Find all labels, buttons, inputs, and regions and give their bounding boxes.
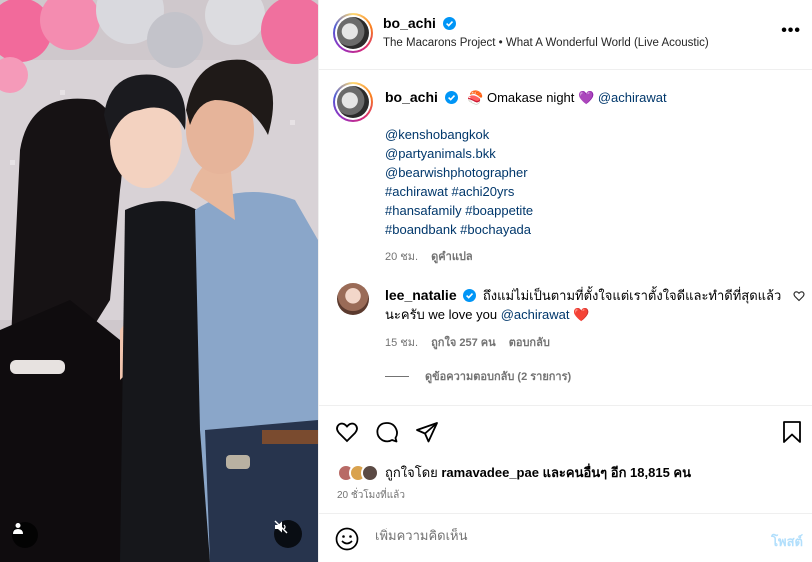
verified-badge-icon — [444, 91, 458, 104]
translate-link[interactable]: ดูคำแปล — [431, 251, 473, 263]
caption-link[interactable]: @kenshobangkok — [385, 125, 533, 144]
caption-mention-link[interactable]: @achirawat — [598, 90, 667, 105]
emoji-icon[interactable] — [335, 527, 359, 551]
comment-body: lee_natalie ถึงแม่ไม่เป็นตามที่ตั้งใจแต่… — [385, 286, 785, 324]
caption-username[interactable]: bo_achi — [385, 89, 438, 105]
comment-emoji: ❤️ — [573, 307, 590, 322]
caption-time[interactable]: 20 ชม. — [385, 251, 418, 263]
add-comment-bar: โพสต์ — [319, 513, 812, 562]
more-options-icon[interactable]: ••• — [781, 22, 801, 40]
liker-username[interactable]: ramavadee_pae — [441, 465, 539, 480]
replies-divider — [385, 375, 409, 377]
post-photo[interactable] — [0, 0, 318, 562]
caption-meta: 20 ชม. ดูคำแปล — [385, 247, 473, 265]
likes-others-link[interactable]: และคนอื่นๆ อีก 18,815 คน — [539, 465, 691, 480]
comment-icon[interactable] — [375, 420, 399, 444]
caption-link[interactable]: #hansafamily #boappetite — [385, 201, 533, 220]
like-heart-icon[interactable] — [335, 420, 359, 444]
reply-button[interactable]: ตอบกลับ — [509, 337, 550, 349]
add-comment-input[interactable] — [375, 528, 735, 543]
caption-link[interactable]: #achirawat #achi20yrs — [385, 182, 533, 201]
caption-tags: @kenshobangkok @partyanimals.bkk @bearwi… — [385, 125, 533, 239]
audio-track-link[interactable]: The Macarons Project • What A Wonderful … — [383, 37, 709, 49]
caption-first-line: bo_achi 🍣 Omakase night 💜 @achirawat — [385, 89, 667, 106]
caption-author-avatar[interactable] — [333, 82, 373, 122]
verified-badge-icon — [442, 17, 456, 30]
instagram-post-view: bo_achi The Macarons Project • What A Wo… — [0, 0, 812, 562]
tagged-users-button[interactable] — [12, 522, 38, 548]
likes-prefix: ถูกใจโดย — [385, 465, 442, 480]
post-actions: ถูกใจโดย ramavadee_pae และคนอื่นๆ อีก 18… — [319, 405, 812, 513]
caption-link[interactable]: @bearwishphotographer — [385, 163, 533, 182]
likes-summary: ถูกใจโดย ramavadee_pae และคนอื่นๆ อีก 18… — [337, 462, 691, 483]
commenter-username[interactable]: lee_natalie — [385, 287, 457, 303]
share-icon[interactable] — [415, 420, 439, 444]
comment-meta: 15 ชม. ถูกใจ 257 คน ตอบกลับ — [385, 333, 560, 351]
bookmark-icon[interactable] — [781, 420, 803, 444]
comment-likes-count[interactable]: ถูกใจ 257 คน — [431, 337, 495, 349]
verified-badge-icon — [463, 289, 477, 302]
comment-like-heart-icon[interactable] — [793, 290, 805, 302]
caption-link[interactable]: #boandbank #bochayada — [385, 220, 533, 239]
view-replies-label: ดูข้อความตอบกลับ (2 รายการ) — [425, 371, 572, 383]
comment-time[interactable]: 15 ชม. — [385, 337, 418, 349]
comment-mention-link[interactable]: @achirawat — [501, 307, 570, 322]
author-username[interactable]: bo_achi — [383, 15, 456, 31]
commenter-avatar[interactable] — [337, 283, 369, 315]
post-timestamp[interactable]: 20 ชั่วโมงที่แล้ว — [337, 488, 405, 503]
liker-avatar[interactable] — [361, 463, 379, 482]
view-replies-button[interactable]: ดูข้อความตอบกลับ (2 รายการ) — [385, 367, 571, 385]
caption-link[interactable]: @partyanimals.bkk — [385, 144, 533, 163]
user-icon — [13, 523, 23, 534]
post-comment-button[interactable]: โพสต์ — [771, 531, 803, 552]
caption-text: 🍣 Omakase night 💜 — [467, 90, 595, 105]
mute-button[interactable] — [274, 520, 302, 548]
author-avatar[interactable] — [333, 13, 373, 53]
post-details-panel: bo_achi The Macarons Project • What A Wo… — [318, 0, 812, 562]
post-header: bo_achi The Macarons Project • What A Wo… — [319, 0, 812, 70]
comments-section: bo_achi 🍣 Omakase night 💜 @achirawat @ke… — [319, 71, 812, 405]
muted-speaker-icon — [274, 520, 288, 534]
photo-illustration — [0, 0, 318, 562]
